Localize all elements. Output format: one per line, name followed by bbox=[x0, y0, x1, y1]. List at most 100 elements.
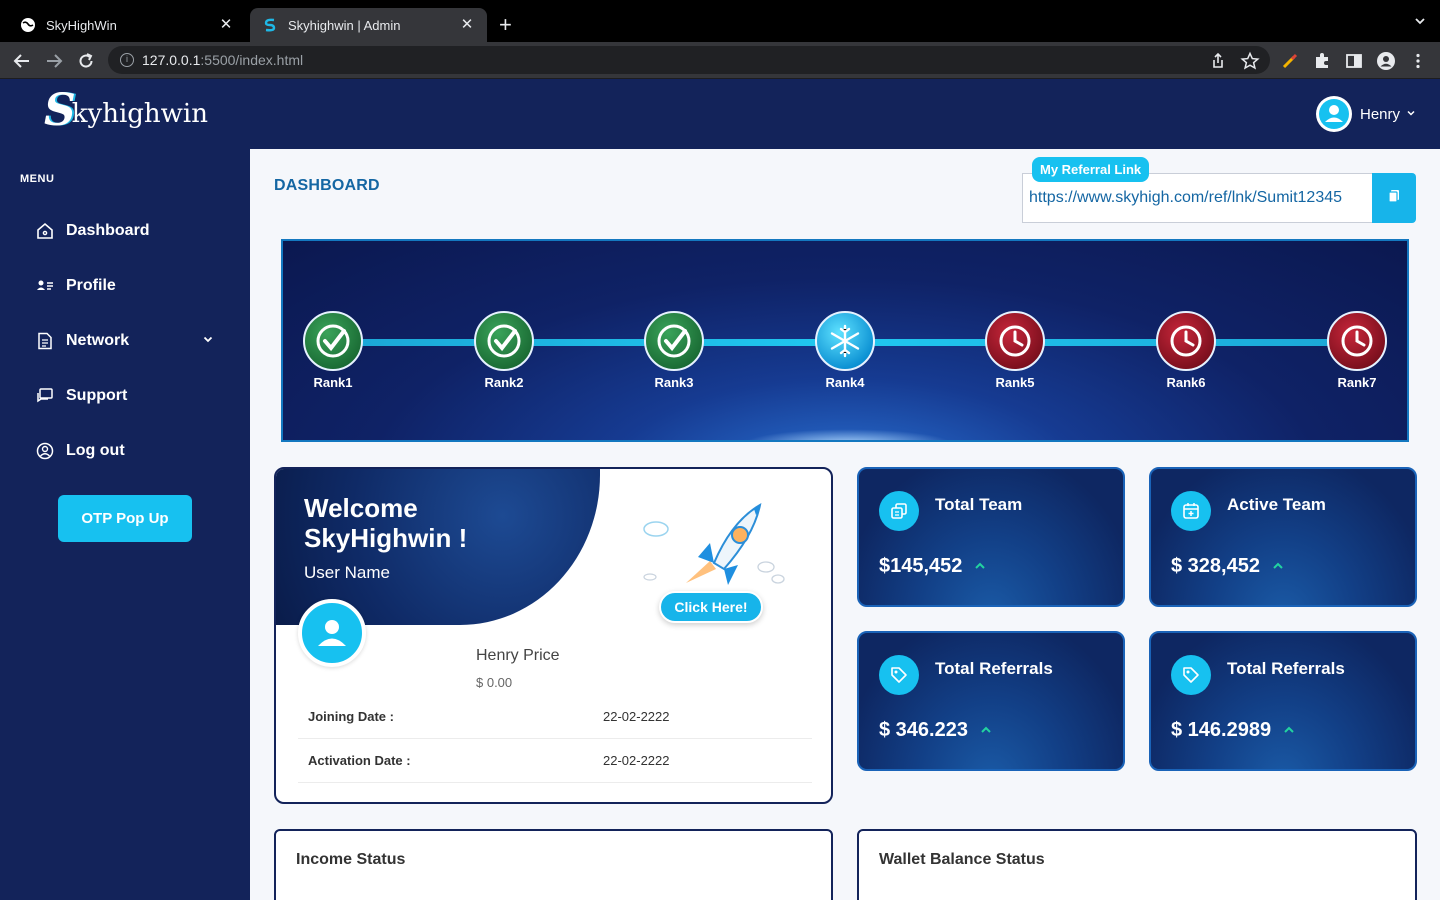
tab-search-chevron-icon[interactable] bbox=[1414, 14, 1426, 32]
clock-icon bbox=[985, 311, 1045, 371]
info-row: Activation Date : 22-02-2222 bbox=[298, 739, 812, 783]
sidebar-item-logout[interactable]: Log out bbox=[20, 428, 230, 474]
sidebar-item-support[interactable]: Support bbox=[20, 373, 230, 419]
referral-link-group: My Referral Link bbox=[1022, 157, 1416, 223]
stat-title: Total Referrals bbox=[1227, 659, 1345, 678]
user-full-name: Henry Price bbox=[476, 647, 560, 664]
tag-icon bbox=[1171, 655, 1211, 695]
calendar-add-icon bbox=[1171, 491, 1211, 531]
copy-link-button[interactable] bbox=[1372, 173, 1416, 223]
url-host: 127.0.0.1 bbox=[142, 52, 201, 68]
sidebar-item-profile[interactable]: Profile bbox=[20, 263, 230, 309]
browser-menu-icon[interactable] bbox=[1408, 51, 1428, 71]
rank-item[interactable]: Rank3 bbox=[634, 311, 714, 390]
stat-card-total-team[interactable]: Total Team $145,452 bbox=[857, 467, 1125, 607]
sidebar-item-label: Network bbox=[66, 332, 130, 349]
welcome-title-line1: Welcome bbox=[304, 493, 418, 523]
sidebar-item-network[interactable]: Network bbox=[20, 318, 230, 364]
close-tab-icon[interactable]: ✕ bbox=[459, 17, 475, 33]
forward-icon[interactable] bbox=[44, 51, 64, 71]
globe-icon bbox=[20, 17, 36, 33]
close-tab-icon[interactable]: ✕ bbox=[218, 17, 234, 33]
tag-icon bbox=[879, 655, 919, 695]
rank-label: Rank6 bbox=[1166, 375, 1206, 390]
welcome-title-line2: SkyHighwin ! bbox=[304, 523, 468, 553]
rocket-illustration-icon bbox=[643, 503, 785, 585]
trend-up-icon bbox=[974, 559, 986, 574]
stack-icon bbox=[879, 491, 919, 531]
info-key: Joining Date : bbox=[308, 709, 394, 724]
site-info-icon[interactable]: i bbox=[120, 53, 134, 67]
info-value: 22-02-2222 bbox=[603, 709, 670, 724]
trend-up-icon bbox=[1283, 723, 1295, 738]
reload-icon[interactable] bbox=[76, 51, 96, 71]
copy-icon bbox=[1386, 188, 1402, 209]
welcome-title: Welcome SkyHighwin ! bbox=[304, 493, 467, 553]
checkmark-icon bbox=[474, 311, 534, 371]
main-content: DASHBOARD My Referral Link Rank1 Rank2 bbox=[250, 149, 1440, 900]
browser-tab-2[interactable]: Skyhighwin | Admin ✕ bbox=[250, 8, 487, 42]
stat-value-row: $ 346.223 bbox=[879, 719, 992, 742]
address-bar[interactable]: i 127.0.0.1 :5500/index.html bbox=[108, 46, 1270, 74]
sidebar-item-label: Dashboard bbox=[66, 222, 150, 239]
rank-item[interactable]: Rank4 bbox=[805, 311, 885, 390]
rank-label: Rank3 bbox=[654, 375, 694, 390]
click-here-button[interactable]: Click Here! bbox=[659, 591, 763, 623]
home-icon bbox=[36, 222, 54, 240]
snowflake-icon bbox=[815, 311, 875, 371]
rank-item[interactable]: Rank6 bbox=[1146, 311, 1226, 390]
avatar bbox=[298, 599, 366, 667]
stat-value-row: $ 146.2989 bbox=[1171, 719, 1295, 742]
banner-glow bbox=[743, 429, 953, 440]
browser-tab-bar: SkyHighWin ✕ Skyhighwin | Admin ✕ + bbox=[0, 0, 1440, 42]
sidebar-item-label: Profile bbox=[66, 277, 116, 294]
rank-item[interactable]: Rank5 bbox=[975, 311, 1055, 390]
trend-up-icon bbox=[980, 723, 992, 738]
browser-tab-1[interactable]: SkyHighWin ✕ bbox=[8, 8, 246, 42]
otp-popup-button[interactable]: OTP Pop Up bbox=[58, 495, 192, 542]
document-icon bbox=[36, 332, 54, 350]
extensions-puzzle-icon[interactable] bbox=[1312, 51, 1332, 71]
rank-label: Rank1 bbox=[313, 375, 353, 390]
sidebar-item-label: Support bbox=[66, 387, 128, 404]
stat-value-row: $145,452 bbox=[879, 555, 986, 578]
skyhighwin-logo[interactable]: S kyhighwin bbox=[44, 89, 208, 133]
sidebar-item-dashboard[interactable]: Dashboard bbox=[20, 208, 230, 254]
welcome-card: Welcome SkyHighwin ! User Name Click Her… bbox=[274, 467, 833, 804]
referral-badge: My Referral Link bbox=[1032, 157, 1150, 182]
color-picker-extension-icon[interactable] bbox=[1280, 51, 1300, 71]
side-panel-icon[interactable] bbox=[1344, 51, 1364, 71]
new-tab-icon[interactable]: + bbox=[499, 14, 512, 36]
stat-value: $145,452 bbox=[879, 555, 963, 577]
menu-label: MENU bbox=[20, 173, 55, 185]
welcome-subtitle: User Name bbox=[304, 563, 390, 582]
panel-title: Income Status bbox=[296, 851, 406, 868]
clock-icon bbox=[1327, 311, 1387, 371]
back-icon[interactable] bbox=[12, 51, 32, 71]
stat-value-row: $ 328,452 bbox=[1171, 555, 1284, 578]
rank-progress-banner: Rank1 Rank2 Rank3 Rank4 Rank5 Rank6 Rank… bbox=[281, 239, 1409, 442]
user-menu[interactable]: Henry bbox=[1315, 96, 1416, 132]
bookmark-star-icon[interactable] bbox=[1240, 51, 1260, 71]
browser-toolbar: i 127.0.0.1 :5500/index.html bbox=[0, 42, 1440, 79]
info-row: Joining Date : 22-02-2222 bbox=[298, 695, 812, 739]
stat-card-active-team[interactable]: Active Team $ 328,452 bbox=[1149, 467, 1417, 607]
rank-label: Rank2 bbox=[484, 375, 524, 390]
checkmark-icon bbox=[644, 311, 704, 371]
profile-icon[interactable] bbox=[1376, 51, 1396, 71]
tab-title: SkyHighWin bbox=[46, 17, 117, 33]
avatar bbox=[1315, 96, 1352, 132]
rank-label: Rank4 bbox=[825, 375, 865, 390]
rank-item[interactable]: Rank1 bbox=[293, 311, 373, 390]
stat-card-total-referrals-2[interactable]: Total Referrals $ 146.2989 bbox=[1149, 631, 1417, 771]
share-icon[interactable] bbox=[1208, 51, 1228, 71]
stat-card-total-referrals[interactable]: Total Referrals $ 346.223 bbox=[857, 631, 1125, 771]
rank-item[interactable]: Rank2 bbox=[464, 311, 544, 390]
page-title: DASHBOARD bbox=[274, 177, 380, 194]
chat-icon bbox=[36, 387, 54, 405]
skyhigh-favicon-icon bbox=[262, 17, 278, 33]
clock-icon bbox=[1156, 311, 1216, 371]
rank-item[interactable]: Rank7 bbox=[1317, 311, 1397, 390]
income-status-panel: Income Status bbox=[274, 829, 833, 900]
stat-value: $ 328,452 bbox=[1171, 555, 1260, 577]
